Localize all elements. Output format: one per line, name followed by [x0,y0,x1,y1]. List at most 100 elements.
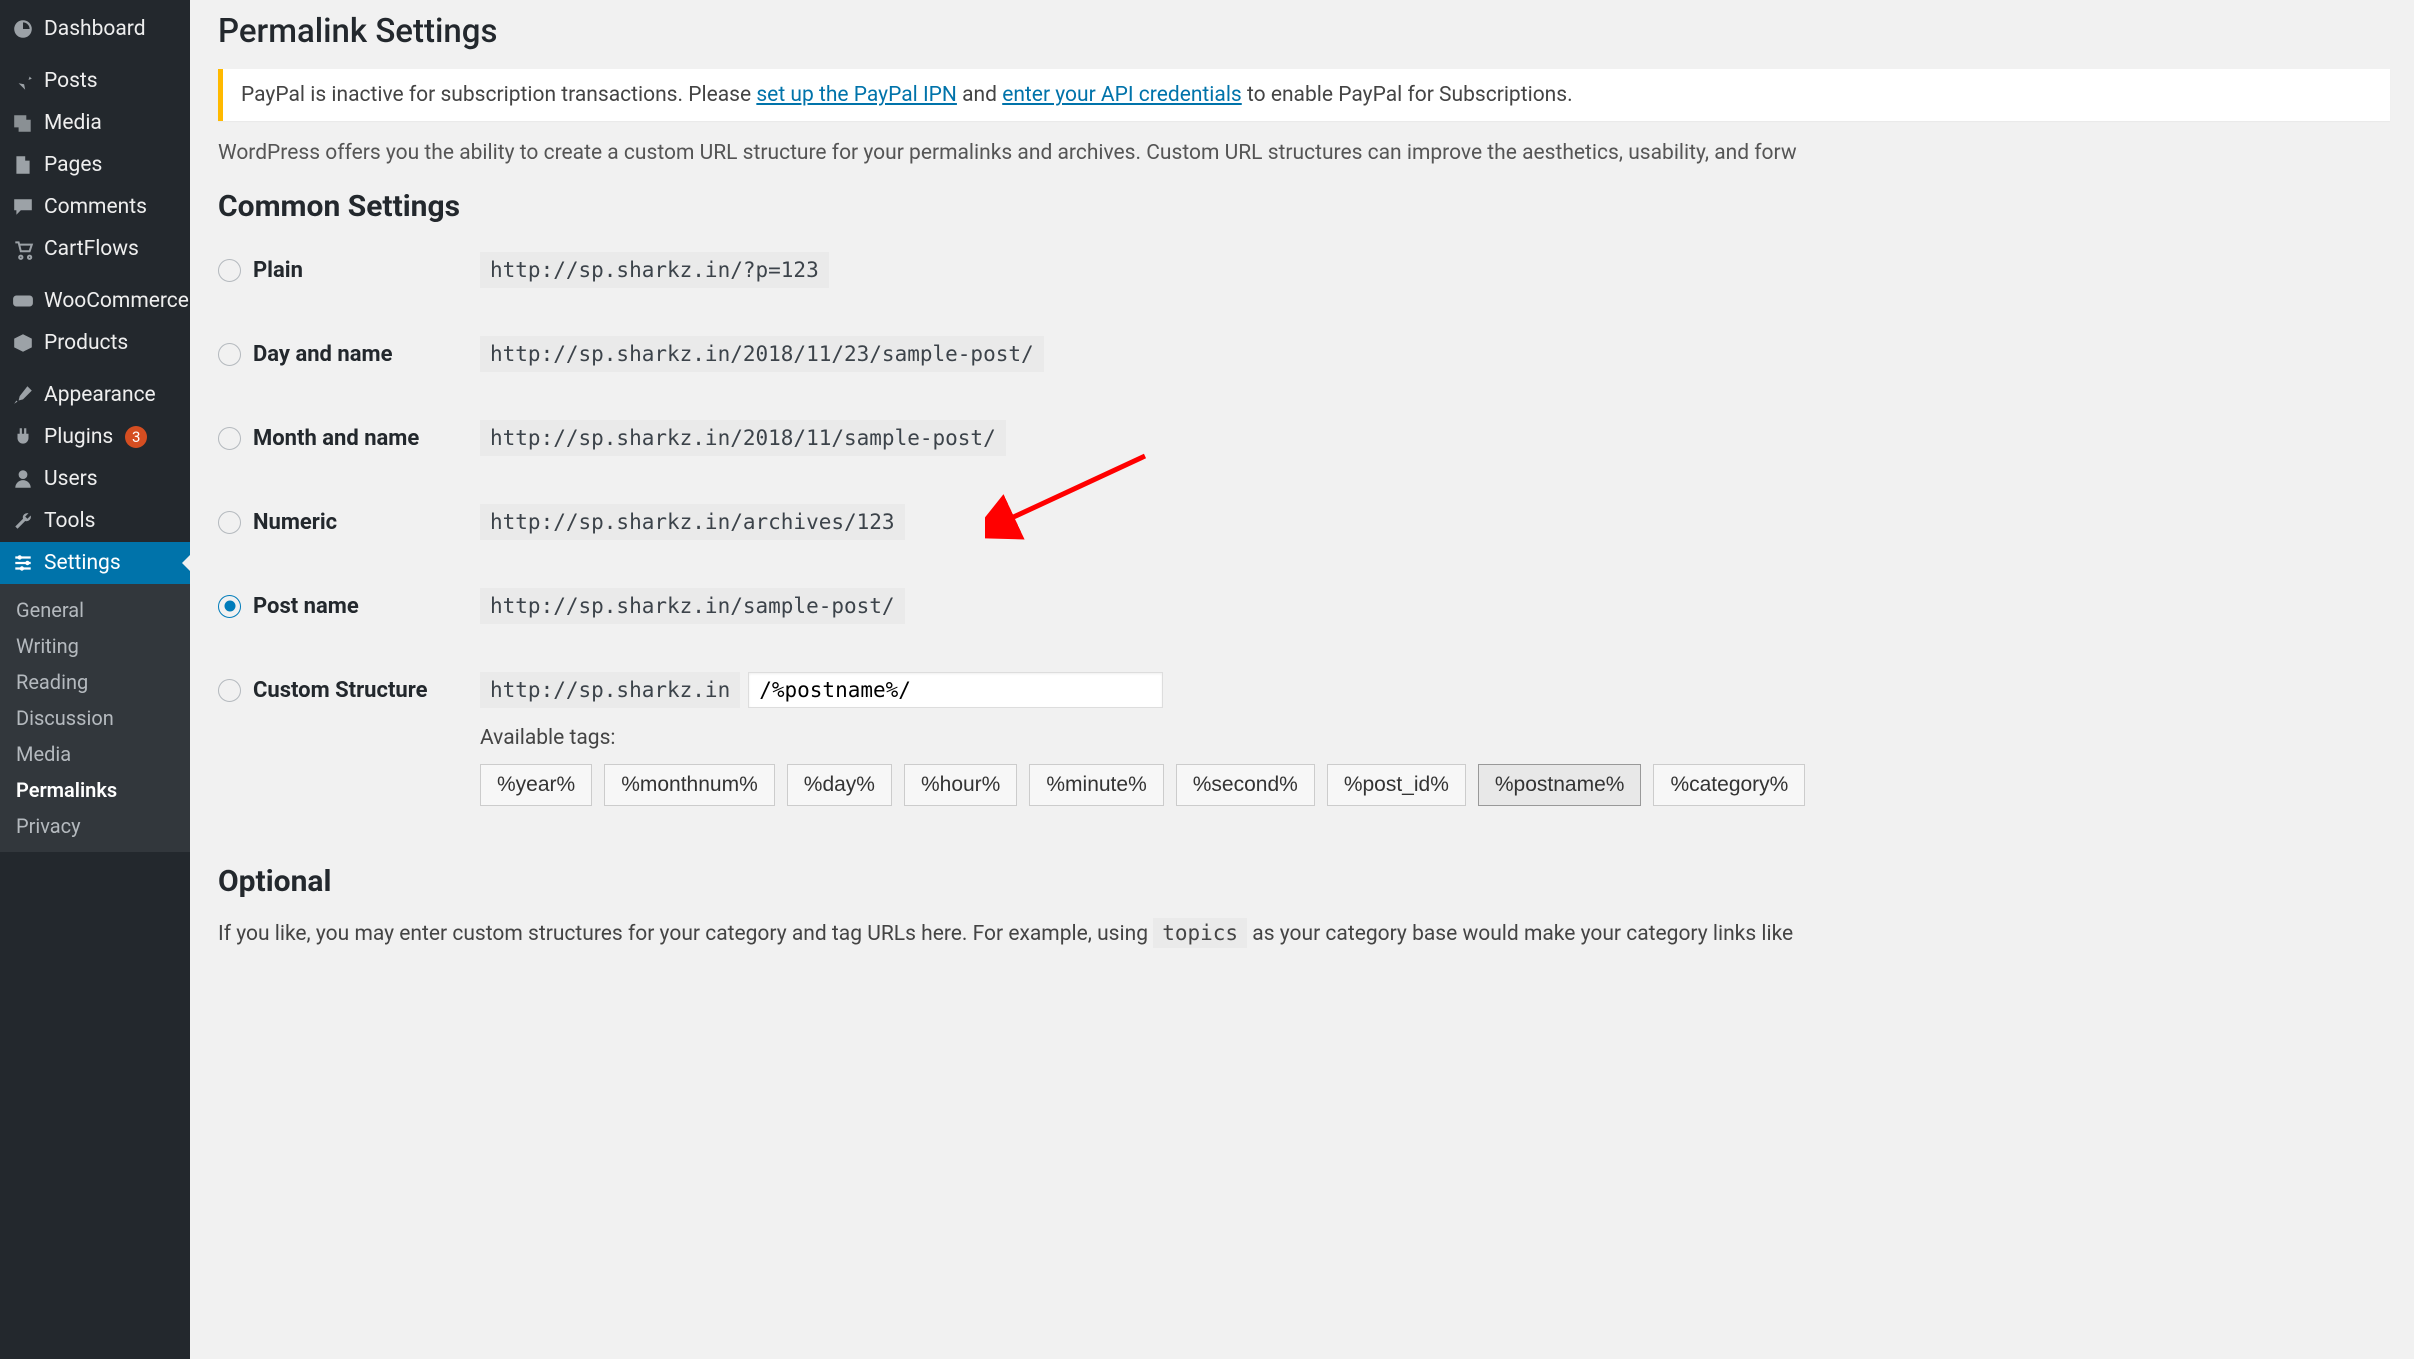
sidebar-item-posts[interactable]: Posts [0,60,190,102]
sidebar-item-cartflows[interactable]: CartFlows [0,228,190,270]
setup-paypal-ipn-link[interactable]: set up the PayPal IPN [756,83,957,107]
notice-text: to enable PayPal for Subscriptions. [1242,83,1573,107]
plugins-update-badge: 3 [125,426,147,448]
page-description: WordPress offers you the ability to crea… [218,141,2390,165]
permalink-radio-numeric[interactable] [218,511,241,534]
permalink-radio-dayname[interactable] [218,343,241,366]
permalink-example: http://sp.sharkz.in/archives/123 [480,504,905,540]
settings-sub-media[interactable]: Media [0,736,190,772]
option-label-text: Post name [253,594,359,619]
wrench-icon [12,510,34,532]
sidebar-item-woocommerce[interactable]: WooCommerce [0,280,190,322]
pin-icon [12,70,34,92]
page-title: Permalink Settings [218,12,2390,51]
custom-structure-input[interactable] [748,672,1163,708]
sidebar-label: WooCommerce [44,289,189,313]
settings-submenu: GeneralWritingReadingDiscussionMediaPerm… [0,584,190,852]
custom-base-url: http://sp.sharkz.in [480,672,740,708]
sidebar-label: Appearance [44,383,156,407]
products-icon [12,332,34,354]
option-label-text: Numeric [253,510,337,535]
available-tags-label: Available tags: [480,726,2390,750]
permalink-option-postname: Post name http://sp.sharkz.in/sample-post… [218,588,2390,624]
permalink-example: http://sp.sharkz.in/sample-post/ [480,588,905,624]
permalink-option-custom: Custom Structure http://sp.sharkz.in [218,672,2390,708]
sidebar-item-products[interactable]: Products [0,322,190,364]
notice-text: and [957,83,1002,107]
sidebar-label: Plugins [44,425,113,449]
sidebar-label: Products [44,331,128,355]
sidebar-label: Tools [44,509,95,533]
admin-sidebar: Dashboard Posts Media Pages Comments C [0,0,190,1359]
notice-text: PayPal is inactive for subscription tran… [241,83,756,107]
settings-sub-reading[interactable]: Reading [0,664,190,700]
sliders-icon [12,552,34,574]
sidebar-item-comments[interactable]: Comments [0,186,190,228]
sidebar-label: Pages [44,153,102,177]
tag-category[interactable]: %category% [1653,764,1805,806]
sidebar-label: Comments [44,195,147,219]
user-icon [12,468,34,490]
settings-sub-general[interactable]: General [0,592,190,628]
tag-post_id[interactable]: %post_id% [1327,764,1466,806]
sidebar-label: Users [44,467,98,491]
sidebar-label: CartFlows [44,237,139,261]
api-credentials-link[interactable]: enter your API credentials [1002,83,1242,107]
permalink-option-dayname: Day and namehttp://sp.sharkz.in/2018/11/… [218,336,2390,372]
brush-icon [12,384,34,406]
permalink-example: http://sp.sharkz.in/?p=123 [480,252,829,288]
permalink-option-label[interactable]: Plain [218,258,480,283]
common-settings-heading: Common Settings [218,189,2390,224]
page-icon [12,154,34,176]
permalink-radio-custom[interactable] [218,679,241,702]
woocommerce-icon [12,290,34,312]
optional-description: If you like, you may enter custom struct… [218,921,2390,946]
tag-day[interactable]: %day% [787,764,892,806]
sidebar-label: Media [44,111,102,135]
tag-year[interactable]: %year% [480,764,592,806]
optional-example-code: topics [1153,918,1247,948]
sidebar-item-media[interactable]: Media [0,102,190,144]
sidebar-item-appearance[interactable]: Appearance [0,374,190,416]
option-label-text: Plain [253,258,303,283]
media-icon [12,112,34,134]
settings-sub-privacy[interactable]: Privacy [0,808,190,844]
cartflows-icon [12,238,34,260]
tag-postname[interactable]: %postname% [1478,764,1642,806]
dashboard-icon [12,18,34,40]
permalink-radio-monthname[interactable] [218,427,241,450]
tag-monthnum[interactable]: %monthnum% [604,764,775,806]
tag-second[interactable]: %second% [1176,764,1315,806]
content-area: Permalink Settings PayPal is inactive fo… [190,0,2414,1359]
sidebar-label: Dashboard [44,17,146,41]
permalink-option-label[interactable]: Custom Structure [218,678,480,703]
plug-icon [12,426,34,448]
sidebar-item-dashboard[interactable]: Dashboard [0,8,190,50]
sidebar-item-pages[interactable]: Pages [0,144,190,186]
permalink-option-label[interactable]: Day and name [218,342,480,367]
comment-icon [12,196,34,218]
optional-desc-text: If you like, you may enter custom struct… [218,922,1153,946]
settings-sub-permalinks[interactable]: Permalinks [0,772,190,808]
sidebar-label: Settings [44,551,121,575]
sidebar-item-plugins[interactable]: Plugins 3 [0,416,190,458]
permalink-option-label[interactable]: Month and name [218,426,480,451]
sidebar-item-users[interactable]: Users [0,458,190,500]
optional-desc-text: as your category base would make your ca… [1252,922,1793,946]
permalink-option-label[interactable]: Numeric [218,510,480,535]
option-label-text: Custom Structure [253,678,427,703]
permalink-radio-postname[interactable] [218,595,241,618]
permalink-option-monthname: Month and namehttp://sp.sharkz.in/2018/1… [218,420,2390,456]
settings-sub-writing[interactable]: Writing [0,628,190,664]
sidebar-label: Posts [44,69,98,93]
tag-minute[interactable]: %minute% [1029,764,1163,806]
permalink-radio-plain[interactable] [218,259,241,282]
tag-hour[interactable]: %hour% [904,764,1017,806]
settings-sub-discussion[interactable]: Discussion [0,700,190,736]
permalink-option-label[interactable]: Post name [218,594,480,619]
sidebar-item-settings[interactable]: Settings [0,542,190,584]
sidebar-item-tools[interactable]: Tools [0,500,190,542]
option-label-text: Day and name [253,342,392,367]
permalink-example: http://sp.sharkz.in/2018/11/sample-post/ [480,420,1006,456]
permalink-option-numeric: Numeric http://sp.sharkz.in/archives/123 [218,504,2390,540]
